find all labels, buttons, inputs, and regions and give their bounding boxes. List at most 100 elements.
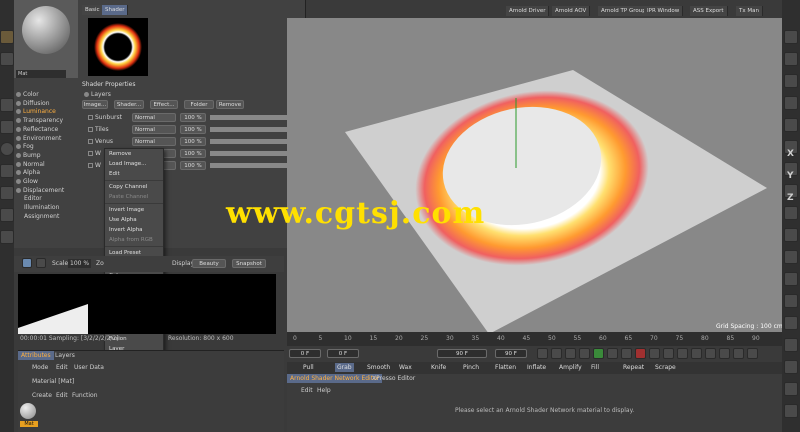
sphere-icon[interactable] [0, 142, 14, 156]
transport-button-icon[interactable] [621, 348, 632, 359]
layer-opacity[interactable]: 100 % [180, 113, 206, 122]
frame-field[interactable]: 0 F [289, 349, 321, 358]
layer-button[interactable]: Image... [82, 100, 108, 109]
right-tool-icon[interactable] [784, 360, 798, 374]
top-tab[interactable]: Arnold AOV [552, 6, 591, 16]
top-tab[interactable]: IPR Window [644, 6, 684, 16]
transport-button-icon[interactable] [663, 348, 674, 359]
context-menu-item[interactable]: Alpha from RGB [105, 235, 163, 245]
sculpt-tool[interactable]: Pull [303, 363, 314, 372]
channel-item[interactable]: Editor [16, 194, 42, 203]
transport-button-icon[interactable] [565, 348, 576, 359]
attr-menu-mode[interactable]: Mode [32, 363, 48, 372]
channel-item[interactable]: Assignment [16, 212, 59, 221]
transport-button-icon[interactable] [719, 348, 730, 359]
top-tab[interactable]: Tx Man [736, 6, 763, 16]
layer-opacity[interactable]: 100 % [180, 125, 206, 134]
transport-button-icon[interactable] [691, 348, 702, 359]
layer-mode-select[interactable]: Normal [132, 113, 176, 122]
channel-item[interactable]: Glow [16, 177, 38, 186]
axis-letter[interactable]: Z [787, 194, 794, 203]
axis-letter[interactable]: Y [787, 172, 794, 181]
sculpt-tool[interactable]: Flatten [495, 363, 516, 372]
context-menu-item[interactable]: Use Alpha [105, 215, 163, 225]
right-tool-icon[interactable] [784, 52, 798, 66]
material-name-field[interactable]: Mat [16, 70, 66, 78]
layers-icon[interactable] [0, 52, 14, 66]
right-tool-icon[interactable] [784, 382, 798, 396]
axis-letter[interactable]: X [787, 150, 794, 159]
top-tab[interactable]: Arnold Driver [506, 6, 550, 16]
layer-row[interactable]: Venus [88, 137, 113, 146]
channel-item[interactable]: Reflectance [16, 125, 58, 134]
tab-basic[interactable]: Basic [82, 5, 104, 15]
right-tool-icon[interactable] [784, 118, 798, 132]
transport-button-icon[interactable] [607, 348, 618, 359]
context-menu-item[interactable]: Invert Alpha [105, 225, 163, 235]
frame-field[interactable]: 90 F [495, 349, 527, 358]
context-menu-item[interactable]: Remove [105, 149, 163, 159]
sculpt-tool[interactable]: Wax [399, 363, 412, 372]
edge-icon[interactable] [0, 230, 14, 244]
frame-field[interactable]: 0 F [327, 349, 359, 358]
right-tool-icon[interactable] [784, 228, 798, 242]
layer-checkbox[interactable] [88, 151, 93, 156]
layer-button[interactable]: Folder [184, 100, 214, 109]
right-tool-icon[interactable] [784, 272, 798, 286]
play-icon[interactable] [22, 258, 32, 268]
arnold-menu-help[interactable]: Help [317, 386, 331, 395]
layer-opacity[interactable]: 100 % [180, 137, 206, 146]
sculpt-tool[interactable]: Fill [591, 363, 599, 372]
snapshot-button[interactable]: Snapshot [232, 259, 266, 268]
mat-menu-edit[interactable]: Edit [56, 391, 68, 400]
layer-checkbox[interactable] [88, 127, 93, 132]
context-menu-item[interactable]: Invert Image [105, 205, 163, 215]
arnold-menu-edit[interactable]: Edit [301, 386, 313, 395]
right-tool-icon[interactable] [784, 74, 798, 88]
sculpt-tool[interactable]: Repeat [623, 363, 644, 372]
transport-button-icon[interactable] [733, 348, 744, 359]
channel-item[interactable]: Environment [16, 134, 61, 143]
material-thumbnail[interactable]: Mat [20, 403, 38, 431]
right-tool-icon[interactable] [784, 316, 798, 330]
layer-checkbox[interactable] [88, 139, 93, 144]
context-menu-item[interactable]: Edit [105, 169, 163, 179]
channel-item[interactable]: Diffusion [16, 99, 50, 108]
grid-icon[interactable] [0, 98, 14, 112]
paint-icon[interactable] [0, 208, 14, 222]
layer-row[interactable]: Sunburst [88, 113, 122, 122]
layer-opacity[interactable]: 100 % [180, 161, 206, 170]
right-tool-icon[interactable] [784, 30, 798, 44]
tab-xpresso[interactable]: XPresso Editor [369, 374, 418, 383]
right-tool-icon[interactable] [784, 206, 798, 220]
transport-button-icon[interactable] [649, 348, 660, 359]
sculpt-tool[interactable]: Amplify [559, 363, 582, 372]
channel-item[interactable]: Luminance [16, 107, 56, 116]
frame-field[interactable]: 90 F [437, 349, 487, 358]
layer-opacity[interactable]: 100 % [180, 149, 206, 158]
transport-button-icon[interactable] [537, 348, 548, 359]
pause-icon[interactable] [36, 258, 46, 268]
channel-item[interactable]: Illumination [16, 203, 59, 212]
context-menu-item[interactable]: Paste Channel [105, 192, 163, 202]
mat-menu-function[interactable]: Function [72, 391, 98, 400]
checker-icon[interactable] [0, 120, 14, 134]
tab-shader[interactable]: Shader [102, 5, 129, 15]
attr-menu-userdata[interactable]: User Data [74, 363, 104, 372]
layer-row[interactable]: W [88, 161, 101, 170]
mat-menu-create[interactable]: Create [32, 391, 52, 400]
context-menu-item[interactable]: Copy Channel [105, 182, 163, 192]
layer-mode-select[interactable]: Normal [132, 125, 176, 134]
channel-item[interactable]: Bump [16, 151, 41, 160]
move-icon[interactable] [0, 164, 14, 178]
sculpt-tool[interactable]: Grab [335, 363, 354, 372]
right-tool-icon[interactable] [784, 404, 798, 418]
transport-button-icon[interactable] [705, 348, 716, 359]
layer-button[interactable]: Remove [216, 100, 244, 109]
sculpt-tool[interactable]: Scrape [655, 363, 676, 372]
sculpt-tool[interactable]: Pinch [463, 363, 479, 372]
layer-row[interactable]: W [88, 149, 101, 158]
right-tool-icon[interactable] [784, 294, 798, 308]
layers-radio[interactable] [84, 92, 89, 97]
channel-item[interactable]: Alpha [16, 168, 40, 177]
